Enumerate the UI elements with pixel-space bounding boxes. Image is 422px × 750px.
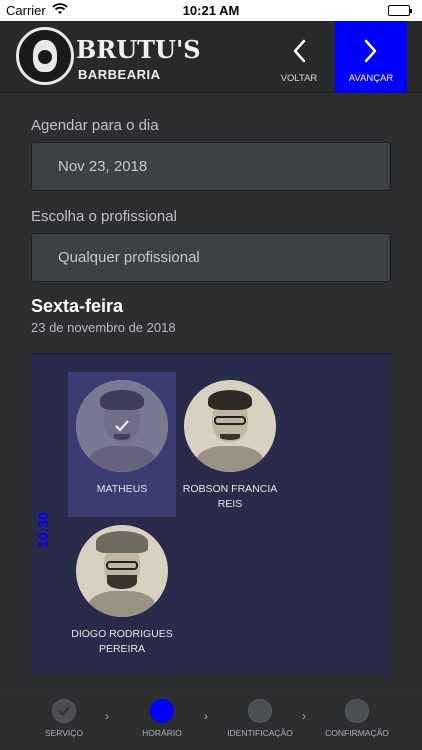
chevron-right-icon [364, 39, 377, 63]
professional-card-diogo[interactable]: DIOGO RODRIGUES PEREIRA [68, 517, 176, 662]
back-button[interactable]: VOLTAR [263, 21, 335, 93]
step-label: IDENTIFICAÇÃO [227, 728, 293, 738]
avatar [76, 525, 168, 617]
checkmark-icon [115, 420, 129, 432]
clock: 10:21 AM [182, 3, 240, 18]
chevron-left-icon [293, 39, 306, 63]
avatar [184, 380, 276, 472]
next-label: AVANÇAR [348, 73, 394, 84]
chevron-right-icon: › [302, 709, 306, 723]
step-label: HORÁRIO [142, 728, 182, 738]
avatar [76, 380, 168, 472]
professional-name: DIOGO RODRIGUES PEREIRA [71, 628, 173, 655]
brand-subtitle: BARBEARIA [78, 67, 161, 82]
chevron-right-icon: › [105, 709, 109, 723]
brand-name: BRUTU'S [76, 35, 201, 64]
professional-card-matheus[interactable]: MATHEUS [68, 372, 176, 517]
time-slot-label: 10:30 [35, 512, 51, 548]
brand-logo: BRUTU'S BARBEARIA [16, 27, 201, 87]
battery-icon [388, 5, 412, 16]
status-bar: Carrier 10:21 AM [0, 0, 422, 21]
progress-steps: SERVIÇO › HORÁRIO › IDENTIFICAÇÃO › CONF… [0, 690, 422, 750]
step-done-dot [52, 699, 76, 723]
step-pending-dot [345, 699, 369, 723]
step-identificacao[interactable]: IDENTIFICAÇÃO [220, 699, 300, 738]
chevron-right-icon: › [204, 709, 208, 723]
step-confirmacao[interactable]: CONFIRMAÇÃO [317, 699, 397, 738]
step-active-dot [150, 699, 174, 723]
back-label: VOLTAR [280, 73, 318, 84]
next-button[interactable]: AVANÇAR [335, 21, 407, 93]
schedule-panel: 10:30 MATHEUS ROBSON FRANCIA REIS DIOGO … [31, 353, 391, 675]
step-label: CONFIRMAÇÃO [325, 728, 389, 738]
day-title: Sexta-feira [31, 296, 124, 316]
step-horario[interactable]: HORÁRIO [122, 699, 202, 738]
professional-card-robson[interactable]: ROBSON FRANCIA REIS [176, 372, 284, 517]
step-servico[interactable]: SERVIÇO [24, 699, 104, 738]
professional-name: MATHEUS [96, 483, 148, 495]
barber-logo-icon [16, 27, 74, 85]
date-field-label: Agendar para o dia [31, 117, 159, 134]
date-field[interactable]: Nov 23, 2018 [31, 142, 391, 191]
professional-name: ROBSON FRANCIA REIS [182, 483, 278, 510]
professional-select[interactable]: Qualquer profissional [31, 233, 391, 282]
step-label: SERVIÇO [44, 728, 84, 738]
app-header: BRUTU'S BARBEARIA VOLTAR AVANÇAR [0, 21, 422, 93]
checkmark-icon [58, 706, 70, 716]
professional-field-label: Escolha o profissional [31, 208, 177, 225]
day-date: 23 de novembro de 2018 [31, 320, 176, 335]
step-pending-dot [248, 699, 272, 723]
